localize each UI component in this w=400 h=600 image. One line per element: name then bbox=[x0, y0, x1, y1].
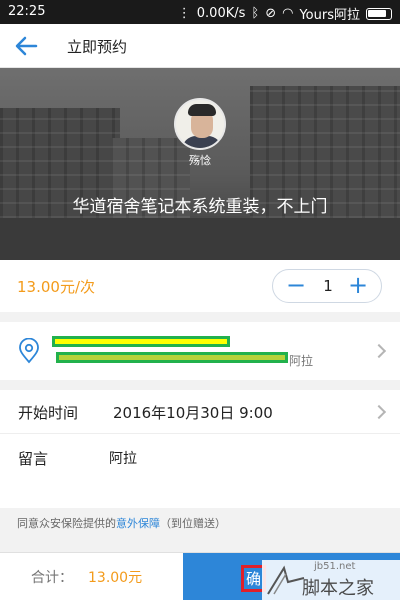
start-time-value: 2016年10月30日 9:00 bbox=[113, 404, 273, 422]
start-time-row[interactable]: 开始时间 2016年10月30日 9:00 bbox=[0, 390, 400, 434]
chevron-right-icon bbox=[371, 343, 387, 359]
location-pin-icon bbox=[19, 338, 39, 364]
quantity-value: 1 bbox=[323, 277, 333, 295]
watermark-text: 脚本之家 bbox=[302, 578, 374, 599]
status-time: 22:25 bbox=[8, 4, 46, 19]
insurance-prefix: 同意众安保险提供的 bbox=[17, 517, 116, 530]
watermark-url: jb51.net bbox=[314, 561, 356, 572]
start-time-label: 开始时间 bbox=[18, 404, 79, 422]
service-banner: 殇惗 华道宿舍笔记本系统重装，不上门 bbox=[0, 68, 400, 260]
insurance-note: 同意众安保险提供的意外保障（到位赠送） bbox=[17, 515, 226, 531]
mute-icon: ⊘ bbox=[265, 6, 277, 21]
banner-ground bbox=[0, 218, 400, 260]
insurance-suffix: （到位赠送） bbox=[160, 517, 226, 530]
price-row: 13.00元/次 − 1 + bbox=[0, 260, 400, 312]
decrease-quantity-button[interactable]: − bbox=[279, 270, 313, 302]
watermark-logo-icon bbox=[267, 565, 305, 595]
network-speed: 0.00K/s bbox=[196, 6, 246, 21]
nav-bar: 立即预约 bbox=[0, 24, 400, 68]
quantity-stepper: − 1 + bbox=[272, 269, 382, 303]
message-row[interactable]: 留言 阿拉 bbox=[0, 434, 400, 508]
redacted-address-line1 bbox=[52, 336, 230, 347]
redacted-address-line2 bbox=[56, 352, 288, 363]
address-suffix: 阿拉 bbox=[289, 354, 314, 368]
carrier-name: Yours阿拉 bbox=[299, 8, 360, 23]
total-value: 13.00元 bbox=[88, 570, 143, 586]
status-bar: 22:25 ⋮ 0.00K/s ᛒ ⊘ ◠ Yours阿拉 bbox=[0, 0, 400, 24]
back-arrow-icon[interactable] bbox=[12, 34, 40, 58]
service-title: 华道宿舍笔记本系统重装，不上门 bbox=[72, 197, 328, 217]
page-title: 立即预约 bbox=[67, 38, 128, 56]
insurance-link[interactable]: 意外保障 bbox=[116, 517, 160, 530]
battery-icon bbox=[366, 7, 392, 20]
status-indicators: ⋮ 0.00K/s ᛒ ⊘ ◠ Yours阿拉 bbox=[178, 4, 392, 23]
provider-name: 殇惗 bbox=[189, 154, 211, 167]
chevron-right-icon bbox=[371, 404, 387, 420]
provider-avatar[interactable] bbox=[174, 98, 226, 150]
signal-dots-icon: ⋮ bbox=[177, 6, 191, 21]
message-value: 阿拉 bbox=[109, 451, 137, 467]
total-label: 合计： bbox=[31, 570, 73, 586]
wifi-icon: ◠ bbox=[282, 6, 294, 21]
bluetooth-icon: ᛒ bbox=[251, 6, 260, 21]
address-row[interactable]: 阿拉 bbox=[0, 322, 400, 380]
message-label: 留言 bbox=[18, 450, 49, 468]
increase-quantity-button[interactable]: + bbox=[341, 270, 375, 302]
unit-price: 13.00元/次 bbox=[17, 278, 95, 296]
